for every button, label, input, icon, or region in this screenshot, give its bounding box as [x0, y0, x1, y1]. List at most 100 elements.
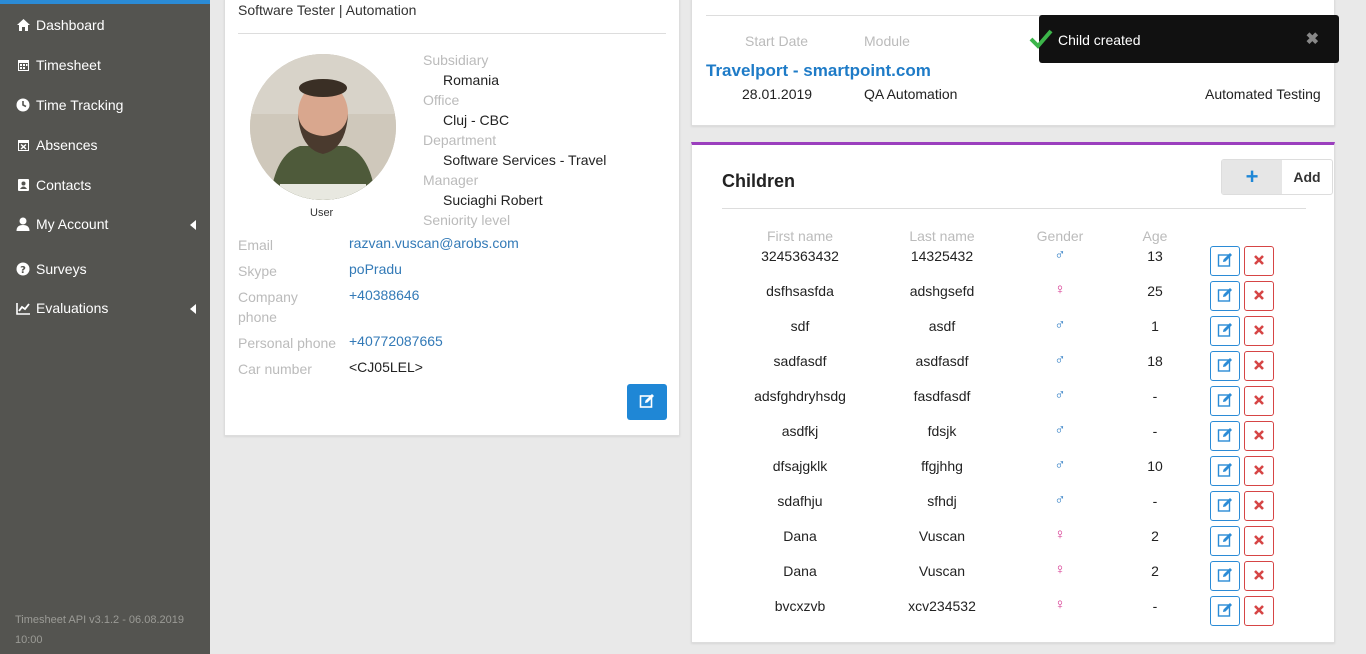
col-age: Age [1142, 228, 1168, 244]
cell-last-name: Vuscan [918, 563, 966, 579]
edit-child-button[interactable] [1210, 316, 1240, 346]
caret-left-icon [190, 304, 196, 314]
skype-link[interactable]: poPradu [349, 261, 402, 277]
male-icon: ♂ [1054, 246, 1066, 263]
cell-last-name: Vuscan [918, 528, 966, 544]
close-icon [1253, 498, 1265, 514]
male-icon: ♂ [1054, 386, 1066, 403]
children-card: Children + Add First name Last name Gend… [691, 142, 1335, 643]
sidebar-item-timesheet[interactable]: Timesheet [0, 50, 210, 80]
edit-child-button[interactable] [1210, 421, 1240, 451]
cell-first-name: bvcxzvb [774, 598, 826, 614]
skype-label: Skype [238, 263, 277, 279]
cell-first-name: Dana [783, 563, 817, 579]
sidebar-item-my-account[interactable]: My Account [0, 209, 210, 239]
edit-child-button[interactable] [1210, 351, 1240, 381]
divider [238, 33, 666, 34]
sidebar-item-evaluations[interactable]: Evaluations [0, 293, 210, 323]
cell-age: 10 [1147, 458, 1163, 474]
cell-age: - [1152, 493, 1158, 509]
delete-child-button[interactable] [1244, 281, 1274, 311]
add-child-button[interactable]: + Add [1221, 159, 1333, 195]
female-icon: ♀ [1054, 561, 1066, 578]
line-chart-icon [15, 300, 31, 316]
divider [722, 208, 1306, 209]
delete-child-button[interactable] [1244, 316, 1274, 346]
edit-child-button[interactable] [1210, 456, 1240, 486]
sidebar-item-surveys[interactable]: ? Surveys [0, 254, 210, 284]
male-icon: ♂ [1054, 351, 1066, 368]
sidebar-item-dashboard[interactable]: Dashboard [0, 10, 210, 40]
delete-child-button[interactable] [1244, 561, 1274, 591]
cell-last-name: asdf [928, 318, 956, 334]
sidebar-item-label: Surveys [36, 261, 87, 277]
office-label: Office [423, 92, 460, 108]
sidebar-item-contacts[interactable]: Contacts [0, 170, 210, 200]
edit-child-button[interactable] [1210, 561, 1240, 591]
cell-first-name: Dana [783, 528, 817, 544]
sidebar-item-absences[interactable]: Absences [0, 130, 210, 160]
edit-icon [1217, 392, 1233, 411]
seniority-label: Seniority level [423, 212, 511, 228]
office-value: Cluj - CBC [443, 112, 510, 128]
cell-first-name: sdafhju [777, 493, 823, 509]
email-link[interactable]: razvan.vuscan@arobs.com [349, 235, 519, 251]
delete-child-button[interactable] [1244, 491, 1274, 521]
sidebar-item-label: Evaluations [36, 300, 109, 316]
delete-child-button[interactable] [1244, 526, 1274, 556]
close-icon [1253, 603, 1265, 619]
edit-child-button[interactable] [1210, 491, 1240, 521]
personal-phone-link[interactable]: +40772087665 [349, 333, 443, 349]
project-name-link[interactable]: Travelport - smartpoint.com [706, 61, 931, 81]
edit-child-button[interactable] [1210, 596, 1240, 626]
home-icon [15, 17, 31, 33]
sidebar-item-label: Time Tracking [36, 97, 124, 113]
manager-value: Suciaghi Robert [443, 192, 543, 208]
cell-age: 1 [1151, 318, 1159, 334]
company-phone-link[interactable]: +40388646 [349, 287, 419, 303]
edit-icon [1217, 287, 1233, 306]
cell-last-name: fasdfasdf [913, 388, 971, 404]
male-icon: ♂ [1054, 421, 1066, 438]
delete-child-button[interactable] [1244, 456, 1274, 486]
cell-first-name: dsfhsasfda [766, 283, 834, 299]
sidebar-item-label: Absences [36, 137, 98, 153]
start-date-label: Start Date [745, 33, 809, 49]
cell-last-name: ffgjhhg [921, 458, 963, 474]
female-icon: ♀ [1054, 281, 1066, 298]
cell-last-name: 14325432 [910, 248, 974, 264]
edit-child-button[interactable] [1210, 281, 1240, 311]
close-icon [1253, 288, 1265, 304]
contact-card-icon [15, 177, 31, 193]
edit-child-button[interactable] [1210, 246, 1240, 276]
col-gender: Gender [1036, 228, 1084, 244]
delete-child-button[interactable] [1244, 246, 1274, 276]
edit-icon [1217, 532, 1233, 551]
cell-age: 2 [1151, 563, 1159, 579]
delete-child-button[interactable] [1244, 596, 1274, 626]
edit-icon [1217, 462, 1233, 481]
cell-first-name: asdfkj [781, 423, 819, 439]
project-role: Automated Testing [1205, 86, 1321, 102]
sidebar-item-time-tracking[interactable]: Time Tracking [0, 90, 210, 120]
delete-child-button[interactable] [1244, 351, 1274, 381]
close-icon [1253, 428, 1265, 444]
project-module: QA Automation [864, 86, 958, 102]
close-icon [1253, 253, 1265, 269]
delete-child-button[interactable] [1244, 386, 1274, 416]
user-icon [15, 216, 31, 232]
edit-child-button[interactable] [1210, 526, 1240, 556]
toast-notification: Child created ✖ [1029, 15, 1339, 63]
close-icon[interactable]: ✖ [1306, 29, 1319, 49]
department-label: Department [423, 132, 497, 148]
delete-child-button[interactable] [1244, 421, 1274, 451]
cell-age: - [1152, 423, 1158, 439]
edit-child-button[interactable] [1210, 386, 1240, 416]
cell-first-name: adsfghdryhsdg [754, 388, 846, 404]
edit-icon [1217, 497, 1233, 516]
plus-icon: + [1222, 160, 1282, 194]
job-title: Software Tester | Automation [238, 2, 417, 18]
sidebar-item-label: Timesheet [36, 57, 101, 73]
cell-first-name: sdf [790, 318, 810, 334]
edit-profile-button[interactable] [627, 384, 667, 420]
